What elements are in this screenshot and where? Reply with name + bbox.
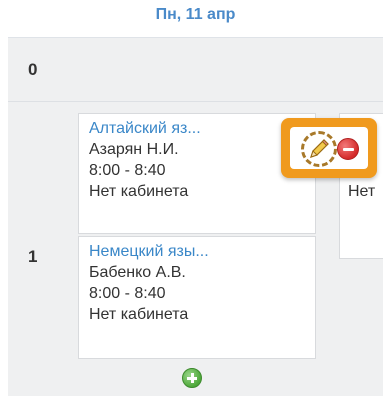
lesson-number-1: 1 bbox=[28, 247, 38, 266]
action-popup-inner bbox=[290, 127, 368, 169]
partial-room: Нет bbox=[348, 183, 376, 200]
row-divider bbox=[8, 101, 383, 102]
lesson-subject-link[interactable]: Алтайский яз... bbox=[89, 118, 305, 139]
day-header-label: Пн, 11 апр bbox=[155, 6, 236, 23]
lesson-time: 8:00 - 8:40 bbox=[89, 162, 166, 179]
pencil-icon bbox=[310, 139, 329, 158]
add-lesson-button[interactable] bbox=[182, 368, 202, 388]
lesson-number-0: 0 bbox=[28, 60, 38, 79]
minus-circle-icon bbox=[342, 147, 354, 151]
edit-button[interactable] bbox=[301, 131, 337, 167]
lesson-card[interactable]: Немецкий язы... Бабенко А.В. 8:00 - 8:40… bbox=[78, 236, 316, 359]
lesson-time: 8:00 - 8:40 bbox=[89, 285, 166, 302]
lesson-action-popup bbox=[281, 118, 377, 178]
lesson-teacher: Азарян Н.И. bbox=[89, 141, 179, 158]
lesson-teacher: Бабенко А.В. bbox=[89, 264, 186, 281]
delete-button[interactable] bbox=[337, 138, 359, 160]
lesson-room: Нет кабинета bbox=[89, 306, 189, 323]
day-header: Пн, 11 апр bbox=[8, 0, 383, 38]
lesson-room: Нет кабинета bbox=[89, 183, 189, 200]
lesson-subject-link[interactable]: Немецкий язы... bbox=[89, 241, 305, 262]
